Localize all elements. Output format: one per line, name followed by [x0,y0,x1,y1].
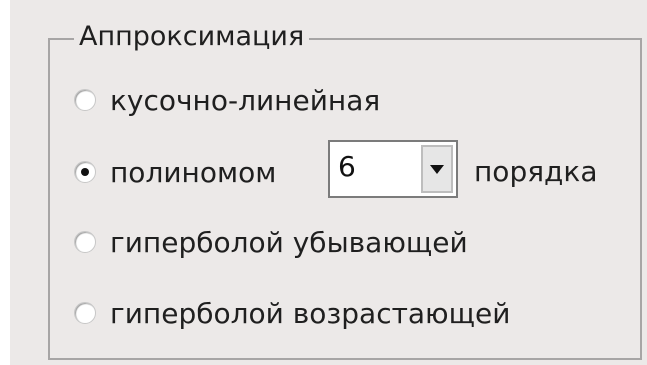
dropdown-button[interactable] [421,145,453,193]
radio-button-polynomial[interactable] [74,161,96,183]
radio-option-increasing-hyperbola[interactable]: гиперболой возрастающей [74,293,510,333]
radio-button-decreasing-hyperbola[interactable] [74,231,96,253]
radio-label-increasing-hyperbola[interactable]: гиперболой возрастающей [110,297,510,330]
radio-option-piecewise-linear[interactable]: кусочно-линейная [74,80,380,120]
approximation-title: Аппроксимация [74,20,310,54]
polynomial-order-value[interactable]: 6 [338,150,356,183]
radio-label-decreasing-hyperbola[interactable]: гиперболой убывающей [110,226,468,259]
radio-label-polynomial[interactable]: полиномом [110,156,276,189]
chevron-down-icon [430,164,444,174]
radio-label-piecewise-linear[interactable]: кусочно-линейная [110,84,380,117]
radio-option-polynomial[interactable]: полиномом [74,152,276,192]
polynomial-order-suffix: порядка [474,155,598,188]
radio-option-decreasing-hyperbola[interactable]: гиперболой убывающей [74,222,468,262]
radio-button-piecewise-linear[interactable] [74,89,96,111]
polynomial-order-combobox[interactable]: 6 [328,140,458,198]
radio-button-increasing-hyperbola[interactable] [74,302,96,324]
